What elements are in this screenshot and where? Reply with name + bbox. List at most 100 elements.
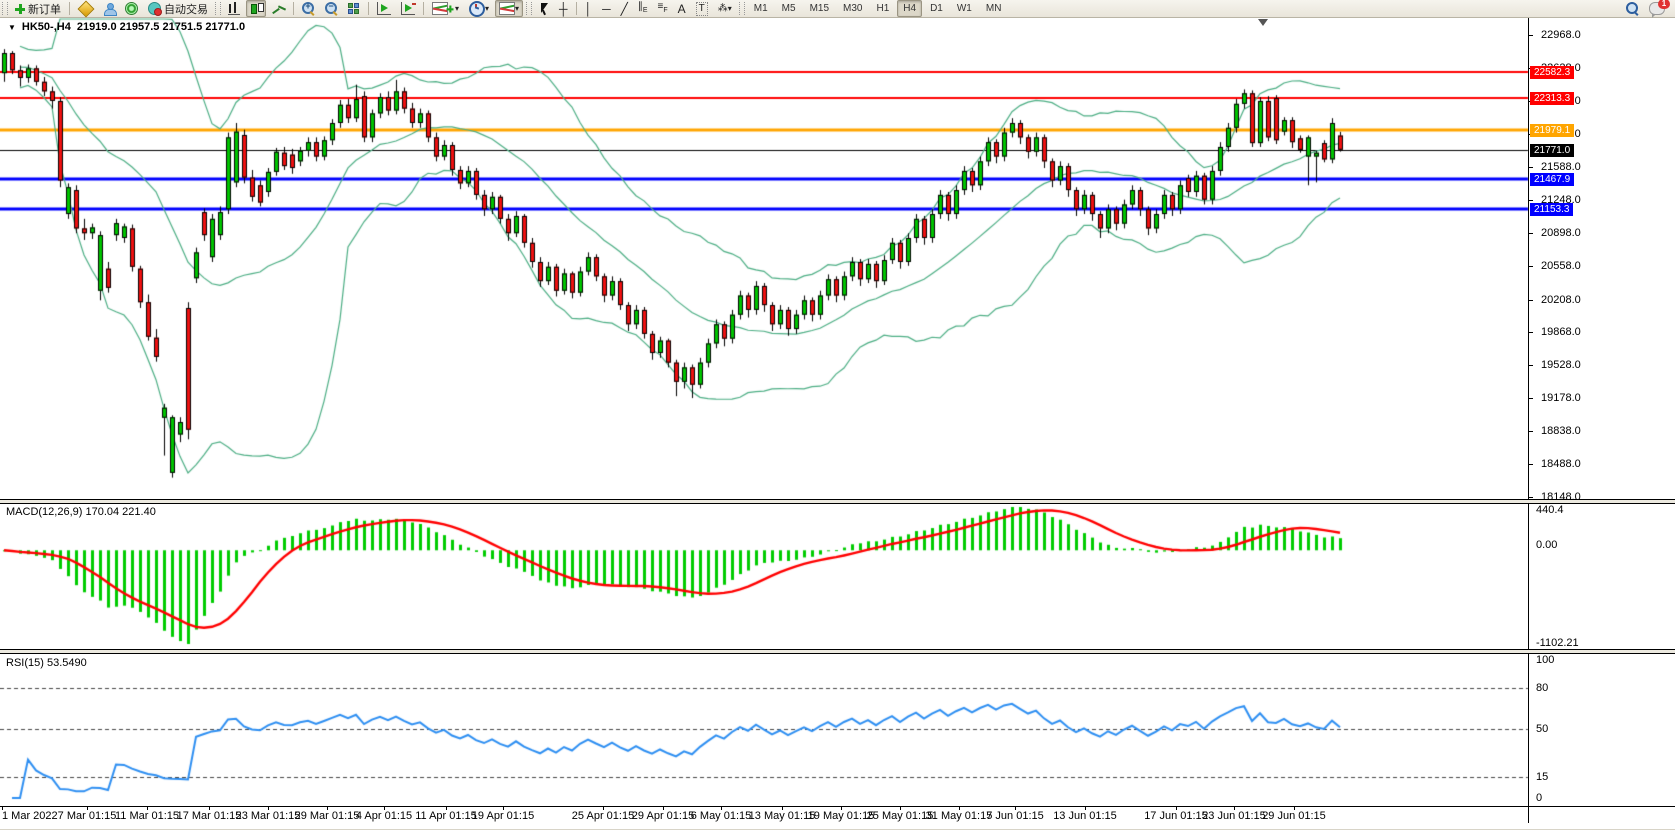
timeframe-m30[interactable]: M30 — [837, 0, 868, 17]
crosshair-button[interactable]: ┼ — [555, 0, 572, 17]
ohlc-values: 21919.0 21957.5 21751.5 21771.0 — [77, 21, 245, 33]
vertical-line-icon: │ — [585, 3, 593, 15]
rsi-axis-label: 80 — [1536, 682, 1548, 694]
timeframe-m1[interactable]: M1 — [748, 0, 774, 17]
price-tick-label: 18838.0 — [1541, 425, 1581, 437]
panel-separator[interactable] — [0, 499, 1675, 504]
time-axis-label: 7 Mar 01:15 — [58, 810, 117, 822]
price-tick-label: 18488.0 — [1541, 458, 1581, 470]
price-tick-mark — [1528, 464, 1533, 465]
macd-axis-zero: 0.00 — [1536, 539, 1557, 551]
chart-ohlc-title: ▼ HK50-,H4 21919.0 21957.5 21751.5 21771… — [8, 21, 245, 33]
time-axis-label: 7 Jun 01:15 — [986, 810, 1044, 822]
cursor-button[interactable] — [535, 0, 553, 17]
line-chart-button[interactable] — [268, 0, 289, 17]
arrows-icon: ⁂ — [718, 3, 728, 15]
candlestick-icon — [250, 2, 262, 15]
horizontal-line-button[interactable]: ─ — [598, 0, 615, 17]
price-line-badge: 21771.0 — [1530, 144, 1574, 157]
timeframe-w1[interactable]: W1 — [951, 0, 978, 17]
toolbar-grip[interactable] — [215, 2, 221, 15]
chart-shift-button[interactable] — [397, 0, 419, 17]
periods-button[interactable]: ▾ — [465, 0, 493, 17]
price-tick-mark — [1528, 266, 1533, 267]
person-icon — [104, 3, 115, 14]
candlestick-chart-button[interactable] — [246, 0, 266, 17]
rsi-axis-label: 100 — [1536, 654, 1554, 666]
time-axis-label: 4 Apr 01:15 — [356, 810, 412, 822]
time-axis-label: 29 Apr 01:15 — [632, 810, 694, 822]
time-axis-label: 13 Jun 01:15 — [1053, 810, 1117, 822]
indicators-icon — [499, 2, 515, 15]
auto-trading-button[interactable]: 自动交易 — [144, 0, 212, 17]
zoom-out-icon: − — [325, 2, 338, 15]
price-line-badge: 21153.3 — [1530, 203, 1573, 216]
separator — [576, 2, 577, 15]
rsi-label: RSI(15) 53.5490 — [6, 657, 87, 669]
vertical-line-button[interactable]: │ — [581, 0, 597, 17]
channel-button[interactable]: ∥E — [634, 0, 652, 17]
price-tick-mark — [1528, 365, 1533, 366]
price-axis-line — [1528, 17, 1529, 823]
timeframe-m5[interactable]: M5 — [776, 0, 802, 17]
toolbar-grip[interactable] — [526, 2, 532, 15]
cursor-icon — [539, 3, 549, 15]
channel-icon: ∥E — [638, 1, 648, 17]
timeframe-mn[interactable]: MN — [980, 0, 1008, 17]
text-label-button[interactable]: T — [692, 0, 712, 17]
tile-windows-icon — [348, 3, 360, 15]
time-axis-label: 23 Mar 01:15 — [236, 810, 301, 822]
chart-canvas[interactable] — [0, 0, 1675, 829]
auto-scroll-button[interactable] — [373, 0, 395, 17]
chart-shift-marker[interactable] — [1258, 19, 1268, 26]
price-tick-mark — [1528, 398, 1533, 399]
price-tick-label: 20898.0 — [1541, 227, 1581, 239]
fibonacci-button[interactable]: ≡F — [653, 0, 671, 17]
tile-windows-button[interactable] — [344, 0, 364, 17]
price-line-badge: 21979.1 — [1530, 124, 1574, 137]
trendline-icon: ╱ — [621, 3, 628, 15]
new-order-button[interactable]: 新订单 — [11, 0, 65, 17]
main-toolbar: 新订单 自动交易 + − ▾ ▾ ▾ ┼ │ ─ ╱ ∥E ≡F A T ⁂▾ … — [0, 0, 1675, 18]
zoom-in-button[interactable]: + — [298, 0, 319, 17]
trendline-button[interactable]: ╱ — [617, 0, 632, 17]
chart-dropdown-icon[interactable]: ▼ — [8, 23, 16, 32]
price-tick-label: 19528.0 — [1541, 359, 1581, 371]
macd-axis-max: 440.4 — [1536, 504, 1564, 516]
price-tick-mark — [1528, 167, 1533, 168]
rsi-axis-label: 50 — [1536, 723, 1548, 735]
search-button[interactable] — [1622, 0, 1643, 17]
indicators-button[interactable]: ▾ — [495, 0, 523, 17]
time-axis-label: 1 Mar 2022 — [2, 810, 58, 822]
timeframe-h1[interactable]: H1 — [870, 0, 895, 17]
zoom-out-button[interactable]: − — [321, 0, 342, 17]
signals-button[interactable] — [121, 0, 142, 17]
time-axis-label: 25 May 01:15 — [867, 810, 934, 822]
fibonacci-icon: ≡F — [657, 1, 667, 17]
time-axis-label: 6 May 01:15 — [691, 810, 752, 822]
timeframe-d1[interactable]: D1 — [924, 0, 949, 17]
notification-badge: 1 — [1658, 0, 1670, 9]
signal-icon — [125, 2, 138, 15]
new-chart-button[interactable]: ▾ — [428, 0, 463, 17]
price-line-badge: 21467.9 — [1530, 173, 1574, 186]
toolbar-grip[interactable] — [2, 2, 8, 15]
bar-chart-button[interactable] — [224, 0, 244, 17]
timeframe-m15[interactable]: M15 — [804, 0, 835, 17]
time-axis-label: 19 Apr 01:15 — [472, 810, 534, 822]
toolbar-grip[interactable] — [739, 2, 745, 15]
time-axis-label: 17 Mar 01:15 — [177, 810, 242, 822]
arrows-button[interactable]: ⁂▾ — [714, 0, 736, 17]
text-tool-button[interactable]: A — [674, 0, 690, 17]
time-axis-label: 29 Mar 01:15 — [295, 810, 360, 822]
timeframe-h4[interactable]: H4 — [897, 0, 922, 17]
price-tick-label: 19178.0 — [1541, 392, 1581, 404]
market-watch-button[interactable] — [74, 0, 98, 17]
chart-shift-icon — [401, 2, 415, 15]
price-tick-label: 22968.0 — [1541, 29, 1581, 41]
price-line-badge: 22313.3 — [1530, 92, 1574, 105]
accounts-button[interactable] — [100, 0, 119, 17]
panel-separator[interactable] — [0, 649, 1675, 654]
notifications-button[interactable]: 1 — [1645, 0, 1669, 17]
price-tick-mark — [1528, 200, 1533, 201]
